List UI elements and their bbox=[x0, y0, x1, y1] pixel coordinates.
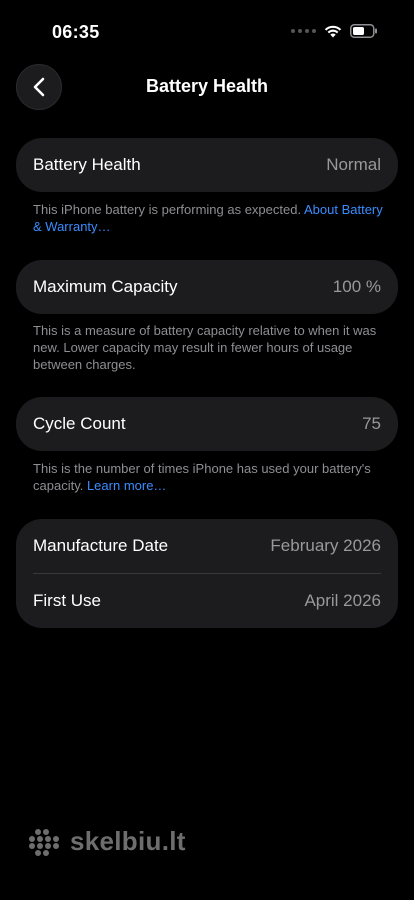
cycle-count-row: Cycle Count 75 bbox=[16, 397, 398, 451]
status-bar: 06:35 bbox=[0, 0, 414, 64]
cycle-count-note-text: This is the number of times iPhone has u… bbox=[33, 461, 371, 493]
cellular-signal-icon bbox=[291, 29, 316, 33]
navigation-bar: Battery Health bbox=[0, 64, 414, 110]
battery-health-card: Battery Health Normal bbox=[16, 138, 398, 192]
first-use-label: First Use bbox=[33, 591, 101, 610]
cycle-count-note: This is the number of times iPhone has u… bbox=[33, 460, 383, 494]
dates-card: Manufacture Date February 2026 First Use… bbox=[16, 519, 398, 628]
skelbiu-watermark: skelbiu.lt bbox=[28, 826, 186, 857]
learn-more-link[interactable]: Learn more… bbox=[87, 478, 166, 493]
cycle-count-value: 75 bbox=[362, 414, 381, 433]
cycle-count-card: Cycle Count 75 bbox=[16, 397, 398, 451]
battery-health-note-text: This iPhone battery is performing as exp… bbox=[33, 202, 304, 217]
maximum-capacity-value: 100 % bbox=[332, 277, 381, 296]
manufacture-date-label: Manufacture Date bbox=[33, 536, 169, 555]
manufacture-date-value: February 2026 bbox=[270, 536, 381, 555]
page-title: Battery Health bbox=[145, 76, 269, 96]
maximum-capacity-row: Maximum Capacity 100 % bbox=[16, 260, 398, 314]
manufacture-date-row: Manufacture Date February 2026 bbox=[16, 519, 398, 573]
maximum-capacity-label: Maximum Capacity bbox=[33, 277, 178, 296]
battery-health-row: Battery Health Normal bbox=[16, 138, 398, 192]
watermark-text: skelbiu.lt bbox=[70, 826, 186, 856]
status-time: 06:35 bbox=[52, 22, 100, 42]
cycle-count-label: Cycle Count bbox=[33, 414, 126, 433]
first-use-value: April 2026 bbox=[304, 591, 381, 610]
maximum-capacity-note: This is a measure of battery capacity re… bbox=[33, 323, 377, 372]
wifi-icon bbox=[324, 24, 342, 38]
battery-icon bbox=[350, 24, 378, 38]
status-icons bbox=[291, 24, 378, 38]
battery-health-label: Battery Health bbox=[33, 155, 141, 174]
first-use-row: First Use April 2026 bbox=[16, 574, 398, 628]
skelbiu-logo-icon bbox=[29, 828, 59, 856]
battery-health-note: This iPhone battery is performing as exp… bbox=[33, 201, 383, 235]
maximum-capacity-card: Maximum Capacity 100 % bbox=[16, 260, 398, 314]
battery-health-value: Normal bbox=[326, 155, 381, 174]
